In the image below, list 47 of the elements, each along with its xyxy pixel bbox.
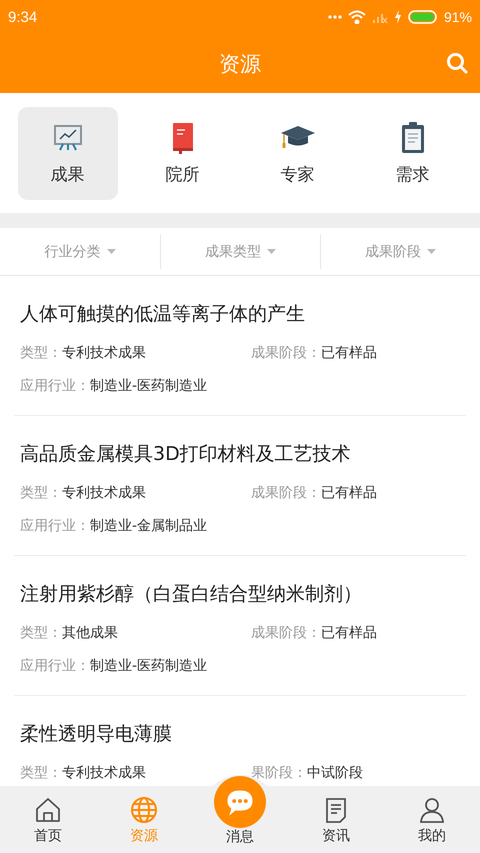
- stage-label: 成果阶段：: [251, 344, 321, 362]
- caret-icon: [427, 249, 436, 254]
- caret-icon: [267, 249, 276, 254]
- type-label: 类型：: [20, 344, 62, 362]
- industry-label: 应用行业：: [20, 377, 90, 395]
- category-tab[interactable]: 专家: [248, 107, 348, 200]
- industry-label: 应用行业：: [20, 517, 90, 535]
- battery-icon: [408, 10, 438, 24]
- caret-icon: [106, 249, 116, 254]
- industry-value: 制造业-金属制品业: [90, 517, 208, 535]
- stage-label: 成果阶段：: [251, 624, 321, 642]
- category-tab[interactable]: 成果: [18, 107, 118, 200]
- globe-icon: [130, 796, 158, 824]
- chart-board-icon: [52, 123, 82, 153]
- type-value: 专利技术成果: [62, 344, 146, 362]
- page-title: 资源: [219, 50, 261, 78]
- search-icon[interactable]: [446, 52, 468, 74]
- nav-tab[interactable]: 首页: [0, 786, 96, 853]
- result-title[interactable]: 柔性透明导电薄膜: [20, 721, 460, 747]
- nav-tab[interactable]: 资讯: [288, 786, 384, 853]
- category-tab[interactable]: 需求: [362, 107, 462, 200]
- type-label: 类型：: [20, 484, 62, 502]
- result-title[interactable]: 高品质金属模具3D打印材料及工艺技术: [20, 441, 460, 467]
- type-value: 专利技术成果: [62, 764, 146, 782]
- stage-label: 成果阶段：: [251, 484, 321, 502]
- nav-tab[interactable]: 我的: [384, 786, 480, 853]
- charging-icon: [394, 10, 402, 24]
- industry-label: 应用行业：: [20, 657, 90, 675]
- battery-percent: 91%: [444, 9, 472, 25]
- result-title[interactable]: 注射用紫杉醇（白蛋白结合型纳米制剂）: [20, 581, 460, 607]
- type-value: 其他成果: [62, 624, 118, 642]
- industry-value: 制造业-医药制造业: [90, 657, 208, 675]
- stage-value: 已有样品: [321, 624, 377, 642]
- type-label: 类型：: [20, 764, 62, 782]
- wifi-icon: [348, 10, 366, 24]
- type-value: 专利技术成果: [62, 484, 146, 502]
- person-icon: [418, 796, 446, 824]
- stage-value: 已有样品: [321, 344, 377, 362]
- result-title[interactable]: 人体可触摸的低温等离子体的产生: [20, 301, 460, 327]
- category-tab[interactable]: 院所: [132, 107, 232, 200]
- stage-value: 已有样品: [321, 484, 377, 502]
- more-dots-icon: [328, 15, 342, 19]
- stage-value: 中试阶段: [307, 764, 363, 782]
- industry-value: 制造业-医药制造业: [90, 377, 208, 395]
- status-time: 9:34: [8, 8, 38, 26]
- home-icon: [34, 796, 62, 824]
- type-label: 类型：: [20, 624, 62, 642]
